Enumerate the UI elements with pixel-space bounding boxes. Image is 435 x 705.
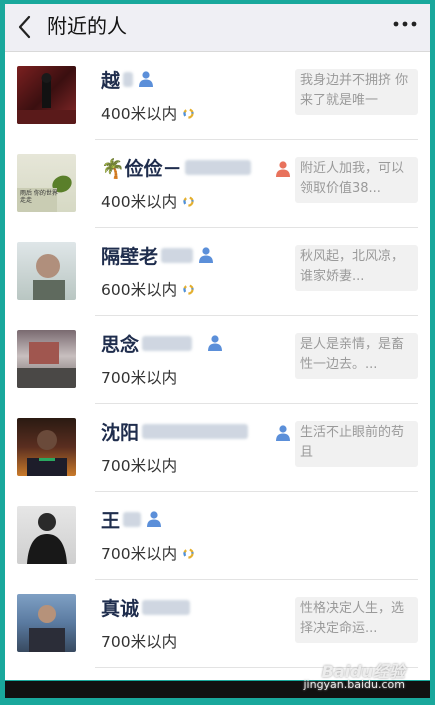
user-name: 隔壁老 xyxy=(101,245,159,268)
signature-bubble: 生活不止眼前的苟且 xyxy=(295,421,418,467)
app-frame: 附近的人 越 400米以内 我身边并不拥挤 你来了就是唯一 雨后 你的世界 走走… xyxy=(5,4,430,685)
distance-label: 400米以内 xyxy=(101,193,178,211)
signature-bubble: 是人是亲情，是畜性一边去。... xyxy=(295,333,418,379)
list-item[interactable]: 越 400米以内 我身边并不拥挤 你来了就是唯一 xyxy=(5,52,430,140)
user-name: 真诚 xyxy=(101,597,140,620)
user-name: 沈阳 xyxy=(101,421,140,444)
list-item[interactable]: 沈阳 700米以内 生活不止眼前的苟且 xyxy=(5,404,430,492)
male-icon xyxy=(199,247,214,263)
female-icon xyxy=(276,161,290,177)
more-options-icon[interactable] xyxy=(390,14,420,34)
avatar[interactable] xyxy=(17,418,76,476)
signature-bubble: 附近人加我，可以领取价值38... xyxy=(295,157,418,203)
avatar[interactable]: 雨后 你的世界 走走 xyxy=(17,154,76,212)
user-name: 思念 xyxy=(101,333,140,356)
blurred-name xyxy=(123,71,134,87)
user-name: 王 xyxy=(101,509,121,532)
distance-label: 700米以内 xyxy=(101,457,178,475)
status-ring-icon xyxy=(183,195,194,207)
distance-label: 400米以内 xyxy=(101,105,178,123)
blurred-name xyxy=(184,159,251,175)
distance-label: 700米以内 xyxy=(101,545,178,563)
status-ring-icon xyxy=(183,283,194,295)
male-icon xyxy=(276,425,290,441)
blurred-name xyxy=(142,423,249,439)
avatar[interactable] xyxy=(17,242,76,300)
male-icon xyxy=(147,511,162,527)
avatar[interactable] xyxy=(17,506,76,564)
male-icon xyxy=(208,335,223,351)
page-title: 附近的人 xyxy=(47,14,127,38)
list-item[interactable]: 思念 700米以内 是人是亲情，是畜性一边去。... xyxy=(5,316,430,404)
distance-label: 600米以内 xyxy=(101,281,178,299)
name-line: 王 xyxy=(101,505,163,533)
name-line: 隔壁老 xyxy=(101,241,215,269)
list-item[interactable]: 隔壁老 600米以内 秋风起，北风凉，谁家娇妻... xyxy=(5,228,430,316)
watermark: Baidu经验 jingyan.baidu.com xyxy=(303,662,405,692)
blurred-name xyxy=(142,599,191,615)
user-name: 越 xyxy=(101,69,121,92)
avatar[interactable] xyxy=(17,330,76,388)
blurred-name xyxy=(161,247,194,263)
name-line: 真诚 xyxy=(101,593,191,621)
list-item[interactable]: 王 700米以内 xyxy=(5,492,430,580)
blurred-name xyxy=(123,511,142,527)
distance-label: 700米以内 xyxy=(101,633,178,651)
status-ring-icon xyxy=(183,107,194,119)
back-arrow-icon[interactable] xyxy=(15,13,35,41)
signature-bubble: 性格决定人生，选择决定命运... xyxy=(295,597,418,643)
nav-bar: 附近的人 xyxy=(5,4,430,52)
signature-bubble: 秋风起，北风凉，谁家娇妻... xyxy=(295,245,418,291)
watermark-brand: Baidu经验 xyxy=(321,662,405,681)
avatar[interactable] xyxy=(17,594,76,652)
name-line: 思念 xyxy=(101,329,224,357)
avatar-caption: 雨后 你的世界 走走 xyxy=(20,190,58,204)
status-ring-icon xyxy=(183,547,194,559)
name-line: 沈阳 xyxy=(101,417,249,445)
list-item[interactable]: 真诚 700米以内 性格决定人生，选择决定命运... xyxy=(5,580,430,668)
name-line: 🌴俭俭－ xyxy=(101,153,251,181)
signature-bubble: 我身边并不拥挤 你来了就是唯一 xyxy=(295,69,418,115)
blurred-name xyxy=(142,335,193,351)
avatar[interactable] xyxy=(17,66,76,124)
male-icon xyxy=(139,71,154,87)
list-item[interactable]: 雨后 你的世界 走走 🌴俭俭－ 400米以内 附近人加我，可以领取价值38... xyxy=(5,140,430,228)
user-name: 🌴俭俭－ xyxy=(101,157,182,180)
name-line: 越 xyxy=(101,65,155,93)
watermark-url: jingyan.baidu.com xyxy=(303,678,405,691)
distance-label: 700米以内 xyxy=(101,369,178,387)
